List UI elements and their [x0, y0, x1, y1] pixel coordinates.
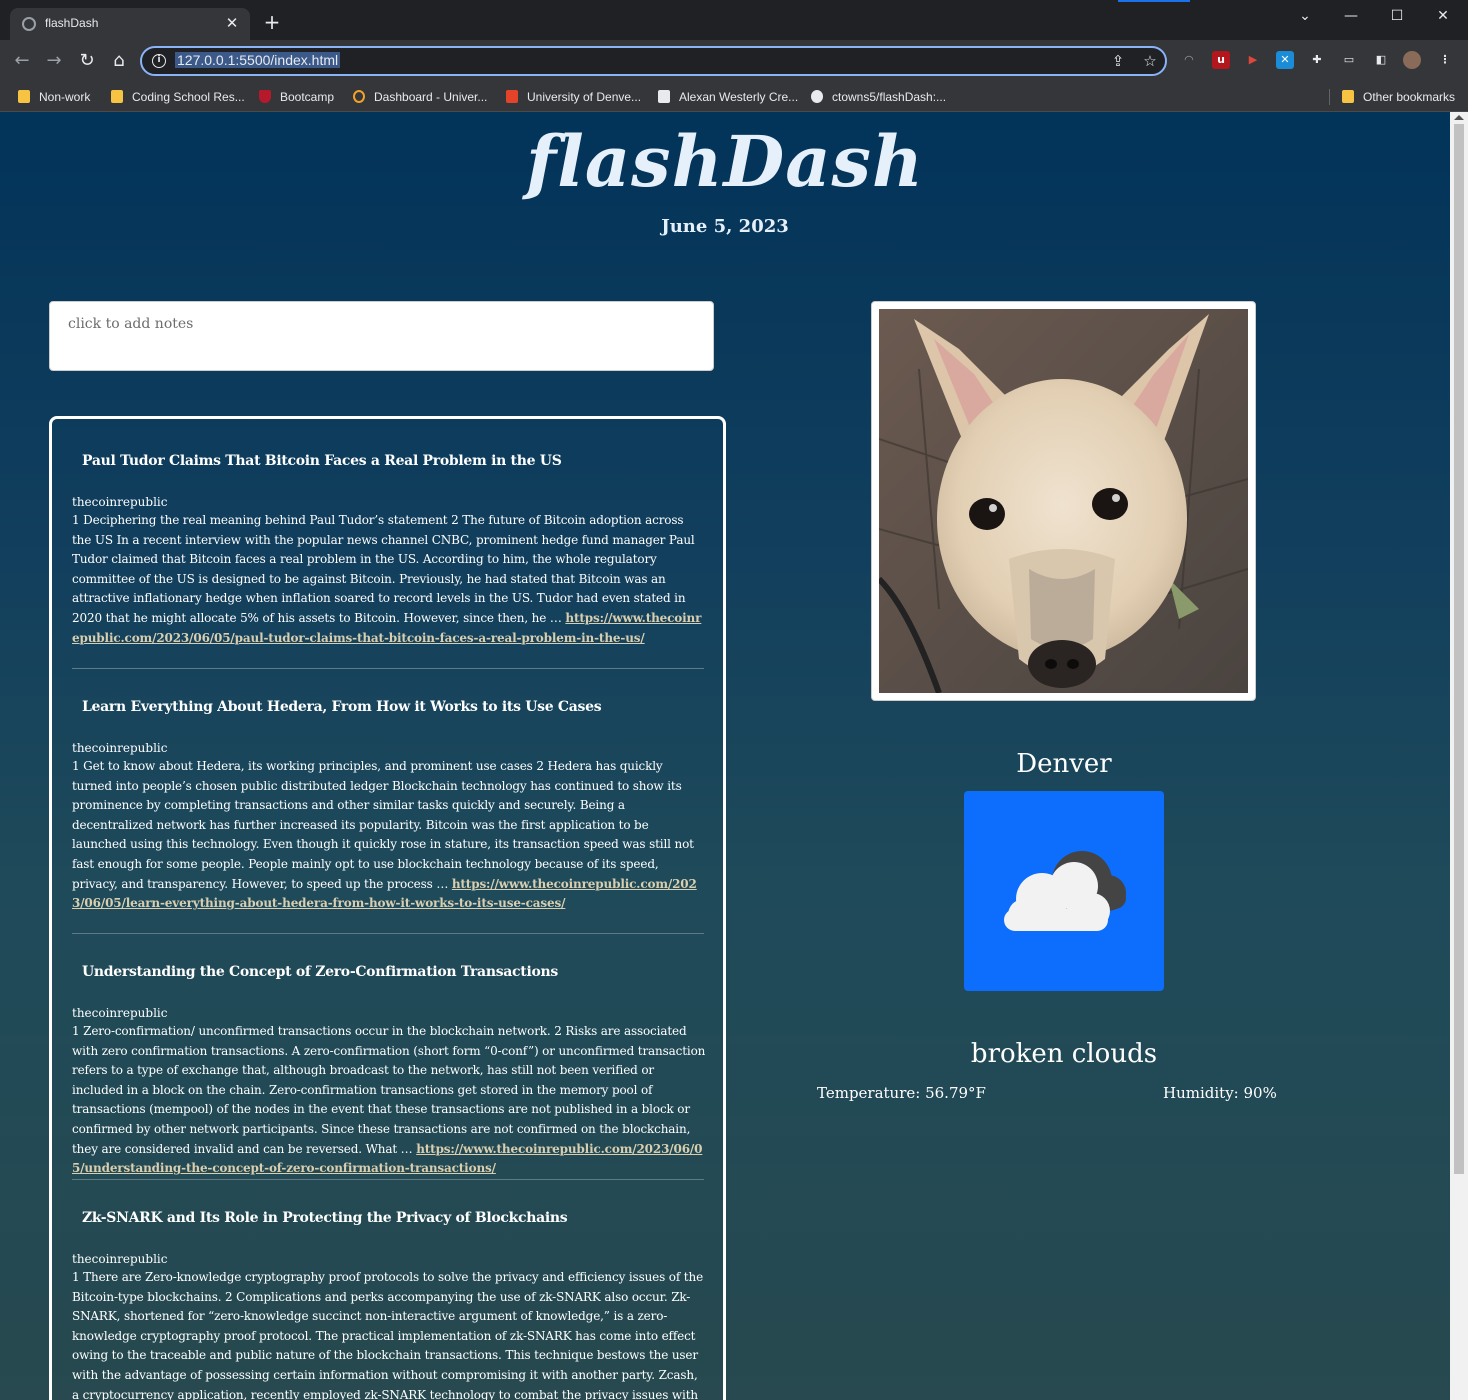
bookmarks-bar: Non-work Coding School Res... Bootcamp D…	[0, 82, 1468, 112]
article-title: Zk-SNARK and Its Role in Protecting the …	[82, 1210, 568, 1226]
github-icon	[811, 90, 823, 103]
page-title: flashDash	[526, 120, 924, 203]
share-icon[interactable]: ⇪	[1108, 52, 1128, 70]
news-article: Understanding the Concept of Zero-Confir…	[72, 964, 706, 1179]
article-body: 1 Get to know about Hedera, its working …	[72, 759, 697, 911]
bookmark-university-denver[interactable]: University of Denve...	[506, 87, 641, 107]
new-tab-button[interactable]: +	[260, 12, 284, 32]
dog-photo	[876, 309, 1249, 695]
profile-avatar[interactable]	[1403, 51, 1421, 69]
globe-icon	[22, 17, 36, 31]
gitlab-icon	[506, 90, 518, 103]
article-title: Learn Everything About Hedera, From How …	[82, 699, 602, 715]
close-window-button[interactable]: ✕	[1420, 6, 1466, 26]
dog-photo-frame	[871, 301, 1256, 701]
maximize-button[interactable]: ☐	[1374, 6, 1420, 26]
ed-icon	[353, 90, 365, 103]
bookmark-dashboard[interactable]: Dashboard - Univer...	[353, 87, 487, 107]
folder-icon	[1342, 90, 1354, 103]
current-date: June 5, 2023	[661, 216, 789, 237]
url-text[interactable]: 127.0.0.1:5500/index.html	[175, 52, 341, 68]
browser-toolbar: ← → ↻ ⌂ i 127.0.0.1:5500/index.html ⇪ ☆ …	[0, 40, 1468, 82]
folder-icon	[111, 90, 123, 103]
browser-chrome: flashDash ✕ + ⌄ — ☐ ✕ ← → ↻ ⌂ i 127.0.0.…	[0, 0, 1468, 112]
article-source: thecoinrepublic	[72, 741, 168, 755]
screen-recorder-icon[interactable]: ▶	[1244, 51, 1262, 69]
forward-button[interactable]: →	[42, 50, 66, 72]
news-article: Zk-SNARK and Its Role in Protecting the …	[72, 1210, 706, 1400]
scroll-up-arrow-icon[interactable]	[1454, 115, 1464, 120]
article-source: thecoinrepublic	[72, 1006, 168, 1020]
bookmark-coding-school[interactable]: Coding School Res...	[111, 87, 245, 107]
article-divider	[72, 1179, 704, 1180]
tab-flashdash[interactable]: flashDash ✕	[10, 8, 250, 40]
scroll-thumb[interactable]	[1454, 124, 1464, 1174]
ublock-icon[interactable]: u	[1212, 51, 1230, 69]
shield-icon	[259, 90, 271, 103]
news-article: Paul Tudor Claims That Bitcoin Faces a R…	[72, 453, 706, 648]
weather-description: broken clouds	[970, 1039, 1158, 1069]
extension-x-icon[interactable]: ✕	[1276, 51, 1294, 69]
humidity-reading: Humidity: 90%	[1163, 1084, 1277, 1102]
notes-placeholder: click to add notes	[68, 316, 194, 332]
bookmark-star-icon[interactable]: ☆	[1140, 52, 1160, 70]
article-source: thecoinrepublic	[72, 495, 168, 509]
cast-icon[interactable]: ▭	[1340, 51, 1358, 69]
article-title: Paul Tudor Claims That Bitcoin Faces a R…	[82, 453, 562, 469]
notes-input[interactable]: click to add notes	[49, 301, 714, 371]
bookmark-bootcamp[interactable]: Bootcamp	[259, 87, 334, 107]
bookmark-github-flashdash[interactable]: ctowns5/flashDash:...	[811, 87, 946, 107]
puzzle-icon[interactable]: ✚	[1308, 51, 1326, 69]
tab-title: flashDash	[45, 16, 99, 30]
weather-city: Denver	[1016, 749, 1112, 779]
site-info-icon[interactable]: i	[152, 54, 166, 68]
article-body: 1 There are Zero-knowledge cryptography …	[72, 1270, 704, 1400]
broken-clouds-icon	[1004, 851, 1126, 931]
tab-search-indicator	[1118, 0, 1190, 2]
page-viewport: flashDash June 5, 2023 click to add note…	[0, 112, 1468, 1400]
weather-icon-tile	[964, 791, 1164, 991]
folder-icon	[18, 90, 30, 103]
minimize-button[interactable]: —	[1328, 6, 1374, 26]
bookmark-alexan-westerly[interactable]: Alexan Westerly Cre...	[658, 87, 798, 107]
menu-kebab-icon[interactable]: ⋮	[1436, 51, 1454, 69]
extension-arc-icon[interactable]: ◠	[1180, 51, 1198, 69]
close-tab-icon[interactable]: ✕	[222, 13, 242, 33]
address-bar[interactable]: i 127.0.0.1:5500/index.html ⇪ ☆	[140, 46, 1167, 76]
side-panel-icon[interactable]: ◧	[1372, 51, 1390, 69]
article-body: 1 Zero-confirmation/ unconfirmed transac…	[72, 1024, 706, 1176]
page-scrollbar[interactable]	[1450, 112, 1468, 1400]
news-feed: Paul Tudor Claims That Bitcoin Faces a R…	[49, 416, 726, 1400]
article-title: Understanding the Concept of Zero-Confir…	[82, 964, 558, 980]
article-divider	[72, 933, 704, 934]
article-source: thecoinrepublic	[72, 1252, 168, 1266]
bookmarks-divider	[1329, 89, 1330, 105]
back-button[interactable]: ←	[10, 50, 34, 72]
reload-button[interactable]: ↻	[75, 50, 99, 72]
bookmark-non-work[interactable]: Non-work	[18, 87, 90, 107]
bookmark-other[interactable]: Other bookmarks	[1342, 87, 1455, 107]
home-button[interactable]: ⌂	[107, 50, 131, 72]
article-body: 1 Deciphering the real meaning behind Pa…	[72, 513, 702, 645]
temperature-reading: Temperature: 56.79°F	[817, 1084, 986, 1102]
tab-strip: flashDash ✕ + ⌄ — ☐ ✕	[0, 0, 1468, 40]
article-divider	[72, 668, 704, 669]
tab-search-chevron-icon[interactable]: ⌄	[1282, 6, 1328, 26]
a-logo-icon	[658, 90, 670, 103]
news-article: Learn Everything About Hedera, From How …	[72, 699, 706, 914]
